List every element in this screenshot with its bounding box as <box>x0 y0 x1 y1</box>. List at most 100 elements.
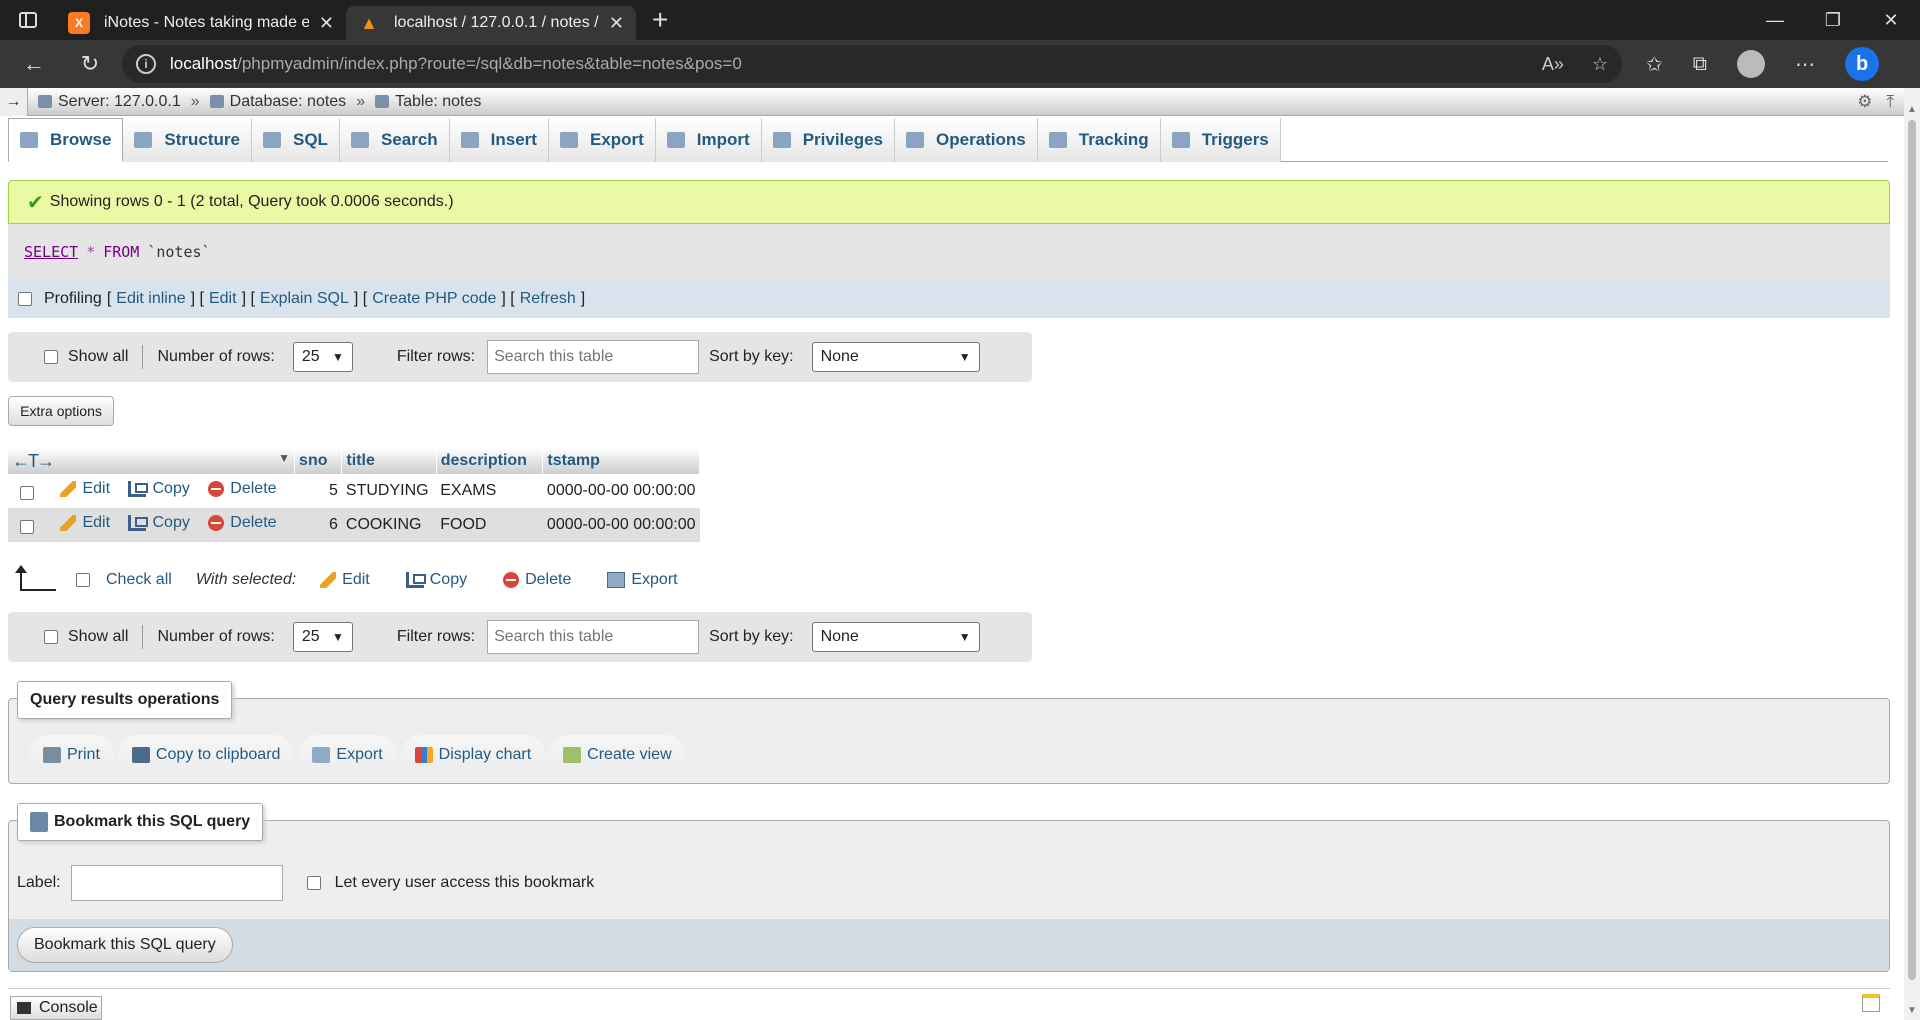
restore-icon[interactable]: ❐ <box>1804 0 1862 40</box>
cell-description[interactable]: FOOD <box>436 508 543 542</box>
check-all-checkbox[interactable] <box>76 573 90 587</box>
copy-to-clipboard-button[interactable]: Copy to clipboard <box>117 735 295 775</box>
tab-browse[interactable]: Browse <box>8 118 124 162</box>
tab-privileges[interactable]: Privileges <box>761 118 896 162</box>
sql-query-display[interactable]: SELECT * FROM `notes` <box>8 224 1890 280</box>
column-toggle-header[interactable]: ←T→ ▼ <box>8 448 296 474</box>
bulk-delete-button[interactable]: Delete <box>503 571 571 589</box>
row-copy-button[interactable]: Copy <box>128 480 190 498</box>
create-view-button[interactable]: Create view <box>549 735 686 775</box>
tab-operations[interactable]: Operations <box>895 118 1038 162</box>
bing-icon[interactable]: b <box>1845 47 1880 81</box>
bookmark-label-input[interactable] <box>70 865 283 901</box>
new-tab-icon[interactable]: + <box>652 6 668 34</box>
url-field[interactable]: i localhost/phpmyadmin/index.php?route=/… <box>122 45 1622 83</box>
breadcrumb-server[interactable]: Server: 127.0.0.1 <box>58 93 181 111</box>
row-delete-button[interactable]: Delete <box>208 514 277 532</box>
column-header-tstamp[interactable]: tstamp <box>542 448 700 474</box>
print-button[interactable]: Print <box>29 735 114 775</box>
edit-inline-link[interactable]: Edit inline <box>116 290 185 308</box>
sort-triangle-icon[interactable]: ▼ <box>278 451 290 465</box>
cell-title[interactable]: COOKING <box>341 508 437 542</box>
close-tab-icon[interactable]: ✕ <box>319 13 334 34</box>
row-copy-button[interactable]: Copy <box>128 514 190 532</box>
minimize-icon[interactable]: — <box>1746 0 1804 40</box>
number-of-rows-label: Number of rows: <box>157 348 275 365</box>
export-button[interactable]: Export <box>298 735 397 775</box>
cell-description[interactable]: EXAMS <box>436 474 543 508</box>
profiling-checkbox[interactable] <box>18 292 32 306</box>
sort-by-key-select[interactable]: None ▼ <box>811 622 980 652</box>
favorites-icon[interactable]: ✩ <box>1646 52 1663 77</box>
number-of-rows-select[interactable]: 25 ▼ <box>292 622 353 652</box>
display-chart-button[interactable]: Display chart <box>400 735 546 775</box>
bulk-export-button[interactable]: Export <box>607 571 678 589</box>
explain-sql-link[interactable]: Explain SQL <box>260 290 349 308</box>
breadcrumb-table[interactable]: Table: notes <box>395 93 481 111</box>
navigation-toggle-icon[interactable]: → <box>0 87 28 116</box>
number-of-rows-select[interactable]: 25 ▼ <box>292 342 353 372</box>
tab-search[interactable]: Search <box>339 118 450 162</box>
check-all-label[interactable]: Check all <box>106 571 172 589</box>
tab-insert[interactable]: Insert <box>449 118 549 162</box>
bulk-copy-button[interactable]: Copy <box>405 571 467 589</box>
scroll-down-icon[interactable]: ▼ <box>1907 1005 1917 1016</box>
close-tab-icon[interactable]: ✕ <box>609 13 624 34</box>
bulk-edit-button[interactable]: Edit <box>320 571 370 589</box>
row-edit-button[interactable]: Edit <box>60 514 110 532</box>
every-user-checkbox[interactable] <box>306 876 321 890</box>
row-delete-button[interactable]: Delete <box>208 480 277 498</box>
edit-link[interactable]: Edit <box>209 290 237 308</box>
chevron-down-icon: ▼ <box>331 630 344 644</box>
close-window-icon[interactable]: ✕ <box>1862 0 1920 40</box>
console-toggle[interactable]: Console <box>10 996 102 1020</box>
browser-tab-phpmyadmin[interactable]: ▲ localhost / 127.0.0.1 / notes / no ✕ <box>346 6 636 40</box>
filter-rows-input[interactable]: Search this table <box>487 620 700 654</box>
column-header-title[interactable]: title <box>341 448 437 474</box>
collapse-top-icon[interactable]: ⤒ <box>1886 92 1894 112</box>
bookmark-sql-query-button[interactable]: Bookmark this SQL query <box>17 927 233 963</box>
page-scrollbar[interactable]: ▲ ▼ <box>1904 88 1920 1020</box>
tab-sql[interactable]: SQL <box>252 118 340 162</box>
more-icon[interactable]: ⋯ <box>1795 52 1815 77</box>
tab-tracking[interactable]: Tracking <box>1037 118 1161 162</box>
browser-tab-inotes[interactable]: X iNotes - Notes taking made easy ✕ <box>56 6 346 40</box>
tab-actions-icon[interactable] <box>0 0 56 40</box>
scrollbar-thumb[interactable] <box>1908 120 1916 980</box>
collections-icon[interactable]: ⧉ <box>1693 53 1707 76</box>
filter-rows-input[interactable]: Search this table <box>487 340 700 374</box>
show-all-checkbox[interactable] <box>44 350 58 364</box>
add-favorite-icon[interactable]: ☆ <box>1592 54 1608 75</box>
tab-import[interactable]: Import <box>655 118 762 162</box>
tab-export[interactable]: Export <box>548 118 656 162</box>
cell-sno[interactable]: 5 <box>294 474 342 508</box>
extra-options-button[interactable]: Extra options <box>8 396 114 426</box>
read-aloud-icon[interactable]: A» <box>1542 54 1564 75</box>
show-all-checkbox[interactable] <box>44 630 58 644</box>
column-header-sno[interactable]: sno <box>294 448 343 474</box>
reload-icon[interactable]: ↻ <box>68 44 112 84</box>
create-php-code-link[interactable]: Create PHP code <box>372 290 496 308</box>
note-icon[interactable] <box>1862 994 1880 1012</box>
cell-sno[interactable]: 6 <box>294 508 342 542</box>
breadcrumb-database[interactable]: Database: notes <box>230 93 347 111</box>
expand-columns-icon[interactable]: ←T→ <box>12 451 55 471</box>
row-edit-button[interactable]: Edit <box>60 480 110 498</box>
settings-gear-icon[interactable]: ⚙ <box>1857 92 1872 112</box>
row-checkbox[interactable] <box>20 519 34 534</box>
wrench-icon <box>906 132 925 148</box>
back-icon[interactable]: ← <box>12 44 56 84</box>
tab-triggers[interactable]: Triggers <box>1160 118 1281 162</box>
cell-title[interactable]: STUDYING <box>341 474 437 508</box>
column-header-description[interactable]: description <box>436 448 544 474</box>
sql-keyword-select[interactable]: SELECT <box>24 243 78 261</box>
info-icon[interactable]: i <box>136 54 156 74</box>
row-checkbox[interactable] <box>20 485 34 500</box>
cell-tstamp[interactable]: 0000-00-00 00:00:00 <box>542 474 700 508</box>
sort-by-key-select[interactable]: None ▼ <box>811 342 980 372</box>
refresh-link[interactable]: Refresh <box>520 290 576 308</box>
scroll-up-icon[interactable]: ▲ <box>1907 104 1917 115</box>
cell-tstamp[interactable]: 0000-00-00 00:00:00 <box>542 508 700 542</box>
tab-structure[interactable]: Structure <box>123 118 252 162</box>
profile-avatar[interactable] <box>1737 50 1766 78</box>
